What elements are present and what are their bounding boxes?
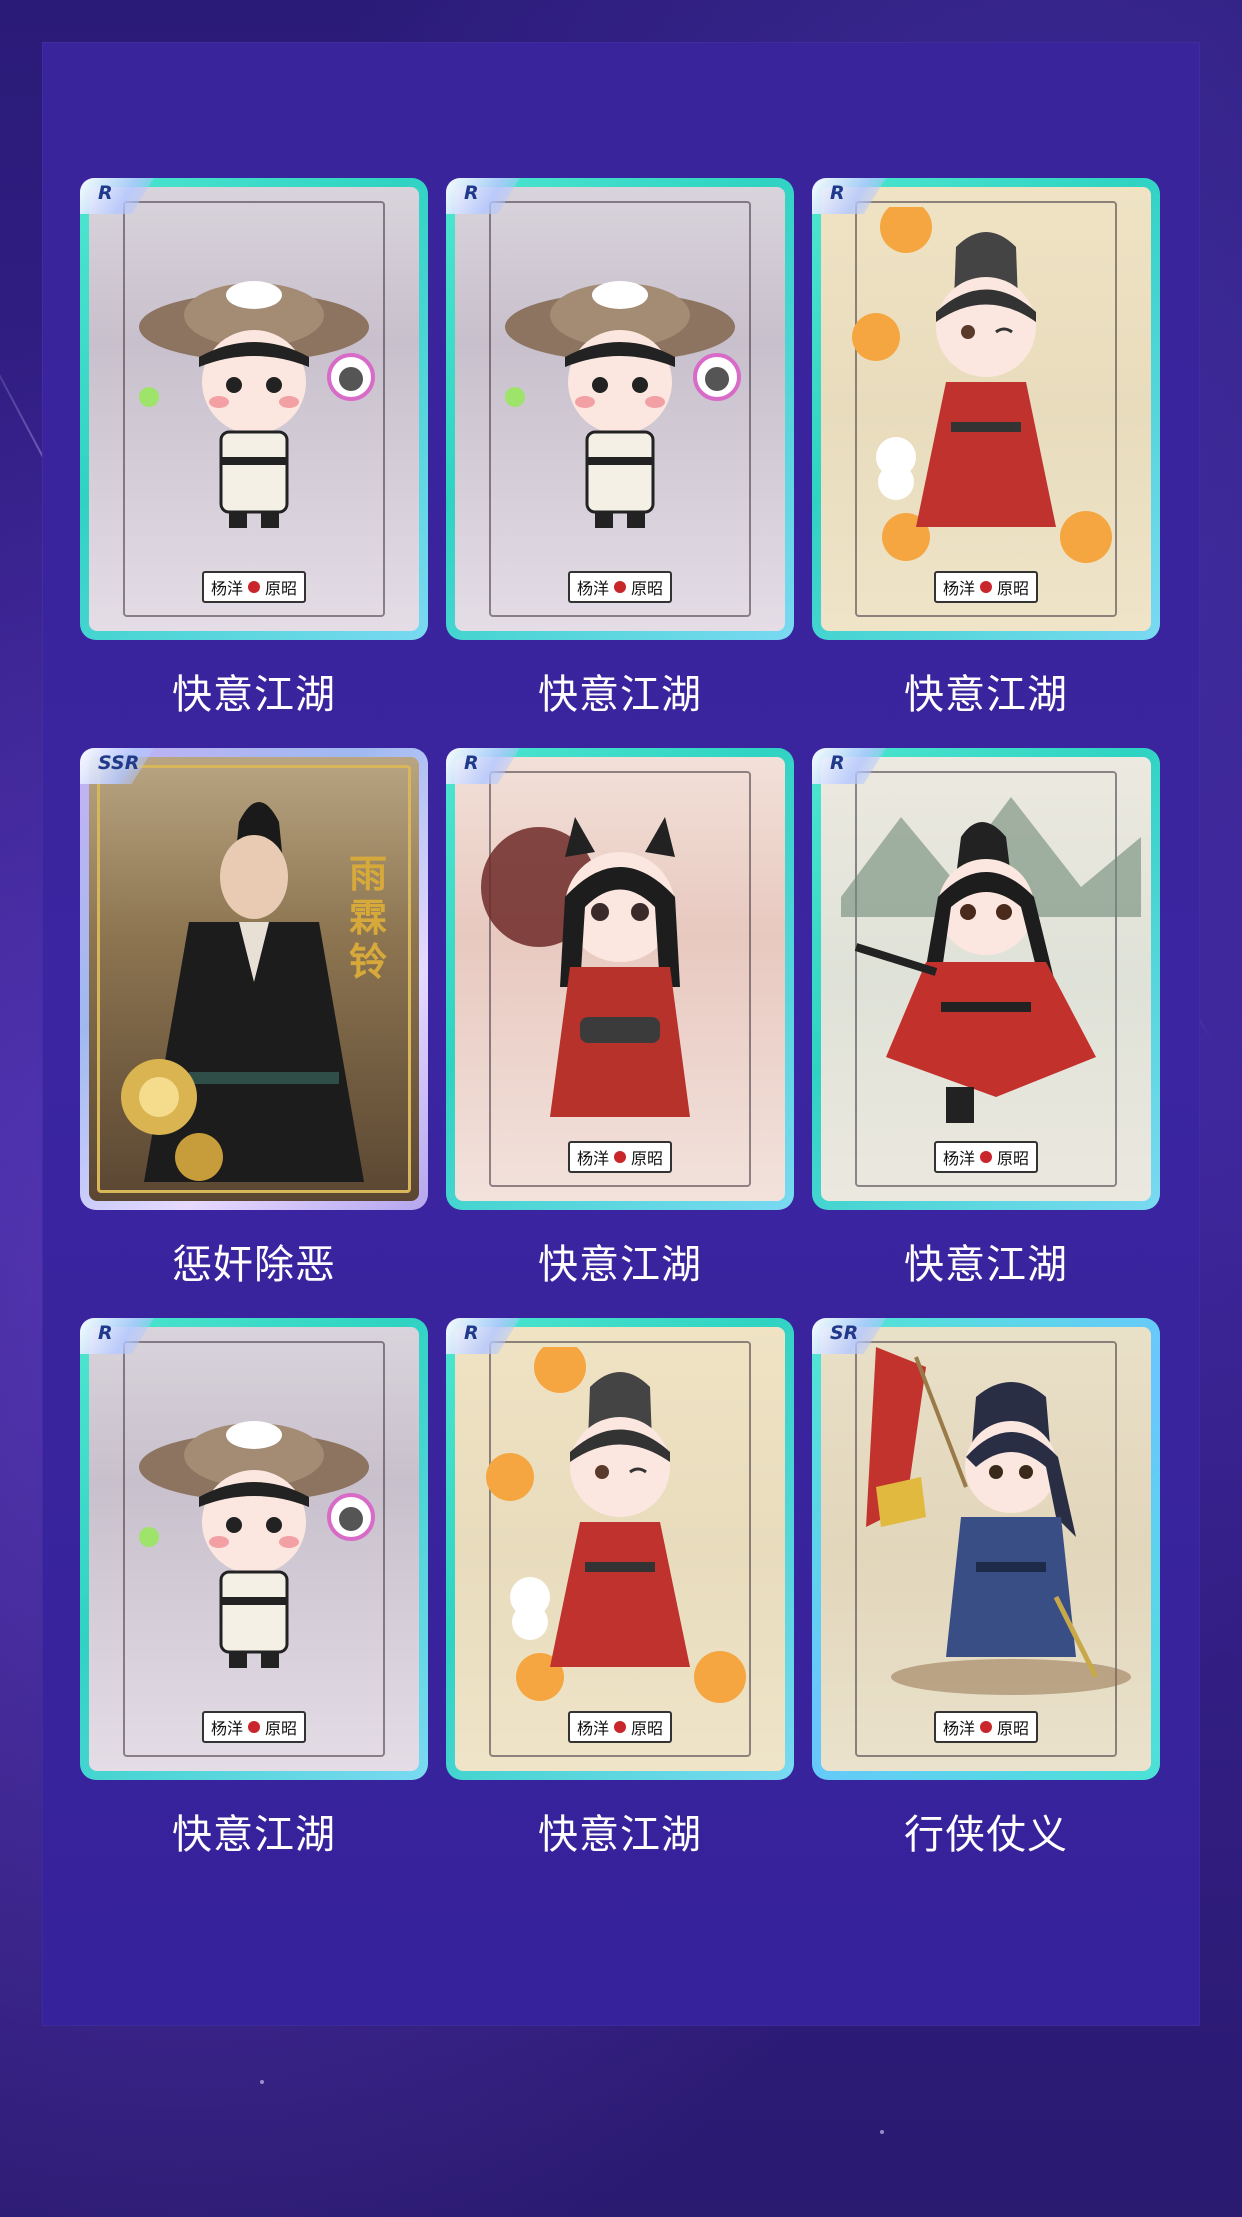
card-item[interactable]: 杨洋 原昭 R 快意江湖 <box>812 178 1160 718</box>
card-art-photo: 雨霖铃 <box>89 757 419 1201</box>
card-title: 快意江湖 <box>904 672 1068 718</box>
seal-stamp: 杨洋 原昭 <box>202 571 306 603</box>
card-frame[interactable]: 杨洋 原昭 R <box>446 748 794 1210</box>
card-frame[interactable]: 杨洋 原昭 R <box>812 748 1160 1210</box>
seal-stamp: 杨洋 原昭 <box>568 1141 672 1173</box>
card-title: 快意江湖 <box>172 1812 336 1858</box>
card-frame[interactable]: 杨洋 原昭 R <box>80 178 428 640</box>
seal-stamp: 杨洋 原昭 <box>934 571 1038 603</box>
card-frame[interactable]: 雨霖铃 SSR <box>80 748 428 1210</box>
sparkle <box>880 2130 884 2134</box>
seal-stamp: 杨洋 原昭 <box>934 1711 1038 1743</box>
card-title: 快意江湖 <box>172 672 336 718</box>
winking-character-icon <box>852 207 1112 563</box>
calligraphy-text: 雨霖铃 <box>348 851 387 984</box>
seal-stamp: 杨洋 原昭 <box>934 1141 1038 1173</box>
card-art-hat-character: 杨洋 原昭 <box>455 187 785 631</box>
seal-stamp: 杨洋 原昭 <box>568 571 672 603</box>
card-item[interactable]: 杨洋 原昭 R 快意江湖 <box>446 178 794 718</box>
card-art-hat-character: 杨洋 原昭 <box>89 1327 419 1771</box>
sparkle <box>260 2080 264 2084</box>
hat-character-icon <box>505 281 741 528</box>
card-frame[interactable]: 杨洋 原昭 SR <box>812 1318 1160 1780</box>
card-title: 惩奸除恶 <box>172 1242 336 1288</box>
card-art-running-character: 杨洋 原昭 <box>821 757 1151 1201</box>
card-title: 快意江湖 <box>538 672 702 718</box>
card-title: 行侠仗义 <box>904 1812 1068 1858</box>
card-art-cat-ear-character: 杨洋 原昭 <box>455 757 785 1201</box>
card-item[interactable]: 杨洋 原昭 R 快意江湖 <box>80 1318 428 1858</box>
card-art-hat-character: 杨洋 原昭 <box>89 187 419 631</box>
card-frame[interactable]: 杨洋 原昭 R <box>80 1318 428 1780</box>
hat-character-icon <box>139 1421 375 1668</box>
card-frame[interactable]: 杨洋 原昭 R <box>812 178 1160 640</box>
card-item[interactable]: 杨洋 原昭 R 快意江湖 <box>80 178 428 718</box>
card-item[interactable]: 杨洋 原昭 R 快意江湖 <box>812 748 1160 1288</box>
card-title: 快意江湖 <box>904 1242 1068 1288</box>
seal-stamp: 杨洋 原昭 <box>202 1711 306 1743</box>
hat-character-icon <box>139 281 375 528</box>
gold-flower-icon <box>121 1059 223 1181</box>
winking-character-icon <box>486 1347 746 1703</box>
card-art-winking-character: 杨洋 原昭 <box>821 187 1151 631</box>
card-item[interactable]: 杨洋 原昭 R 快意江湖 <box>446 1318 794 1858</box>
card-art-flag-character: 杨洋 原昭 <box>821 1327 1151 1771</box>
cat-ear-character-icon <box>550 817 690 1117</box>
card-frame[interactable]: 杨洋 原昭 R <box>446 1318 794 1780</box>
card-item[interactable]: 杨洋 原昭 SR 行侠仗义 <box>812 1318 1160 1858</box>
seal-stamp: 杨洋 原昭 <box>568 1711 672 1743</box>
running-character-icon <box>854 822 1096 1123</box>
card-title: 快意江湖 <box>538 1812 702 1858</box>
card-title: 快意江湖 <box>538 1242 702 1288</box>
card-item[interactable]: 雨霖铃 SSR 惩奸除恶 <box>80 748 428 1288</box>
card-item[interactable]: 杨洋 原昭 R 快意江湖 <box>446 748 794 1288</box>
flag-character-icon <box>866 1347 1131 1695</box>
card-frame[interactable]: 杨洋 原昭 R <box>446 178 794 640</box>
card-art-winking-character: 杨洋 原昭 <box>455 1327 785 1771</box>
